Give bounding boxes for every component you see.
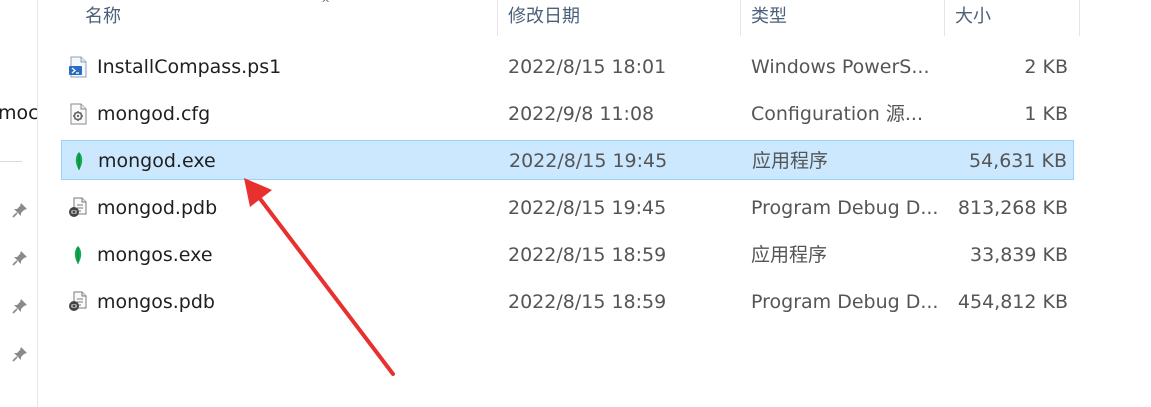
file-modified-date: 2022/8/15 18:59 [508,244,667,266]
column-header: 名称 ^ 修改日期 类型 大小 [37,0,1080,36]
pin-icon[interactable] [12,346,28,362]
powershell-script-icon [67,56,89,78]
file-size: 54,631 KB [968,150,1067,172]
column-header-date[interactable]: 修改日期 [498,0,740,36]
navigation-pane: moc [0,0,38,407]
pin-icon[interactable] [12,202,28,218]
file-row[interactable]: mongod.cfg 2022/9/8 11:08 Configuration … [61,94,1074,134]
file-type: Program Debug D... [751,291,939,313]
file-name[interactable]: mongos.pdb [97,282,215,322]
column-header-size[interactable]: 大小 [945,0,1079,36]
pin-icon[interactable] [12,298,28,314]
nav-item-label[interactable]: moc [0,102,37,124]
file-type: Program Debug D... [751,197,939,219]
debug-file-icon [67,197,89,219]
file-name[interactable]: mongod.pdb [97,188,217,228]
file-modified-date: 2022/8/15 19:45 [508,197,667,219]
file-modified-date: 2022/8/15 18:59 [508,291,667,313]
file-row[interactable]: mongos.exe 2022/8/15 18:59 应用程序 33,839 K… [61,235,1074,275]
sort-caret-icon: ^ [321,0,331,10]
file-size: 33,839 KB [969,244,1068,266]
file-type: Configuration 源... [751,103,924,125]
file-row[interactable]: mongod.pdb 2022/8/15 19:45 Program Debug… [61,188,1074,228]
file-name[interactable]: mongod.exe [98,141,216,181]
file-type: Windows PowerS... [751,56,930,78]
nav-divider [0,161,22,162]
file-row-selected[interactable]: mongod.exe 2022/8/15 19:45 应用程序 54,631 K… [61,140,1074,180]
file-type: 应用程序 [752,150,829,172]
file-size: 454,812 KB [957,291,1068,313]
config-file-icon [67,103,89,125]
file-name[interactable]: mongos.exe [97,235,213,275]
file-name[interactable]: mongod.cfg [97,94,210,134]
column-header-name[interactable]: 名称 [75,0,497,36]
column-header-type[interactable]: 类型 [741,0,944,36]
file-size: 1 KB [1024,103,1068,125]
file-modified-date: 2022/8/15 19:45 [509,150,668,172]
debug-file-icon [67,291,89,313]
file-size: 813,268 KB [957,197,1068,219]
pin-icon[interactable] [12,250,28,266]
file-row[interactable]: InstallCompass.ps1 2022/8/15 18:01 Windo… [61,47,1074,87]
column-divider[interactable] [1079,0,1080,36]
file-size: 2 KB [1024,56,1068,78]
file-row[interactable]: mongos.pdb 2022/8/15 18:59 Program Debug… [61,282,1074,322]
mongodb-leaf-icon [67,244,89,266]
file-name[interactable]: InstallCompass.ps1 [97,47,281,87]
mongodb-leaf-icon [68,150,90,172]
file-modified-date: 2022/9/8 11:08 [508,103,655,125]
file-modified-date: 2022/8/15 18:01 [508,56,667,78]
file-type: 应用程序 [751,244,828,266]
